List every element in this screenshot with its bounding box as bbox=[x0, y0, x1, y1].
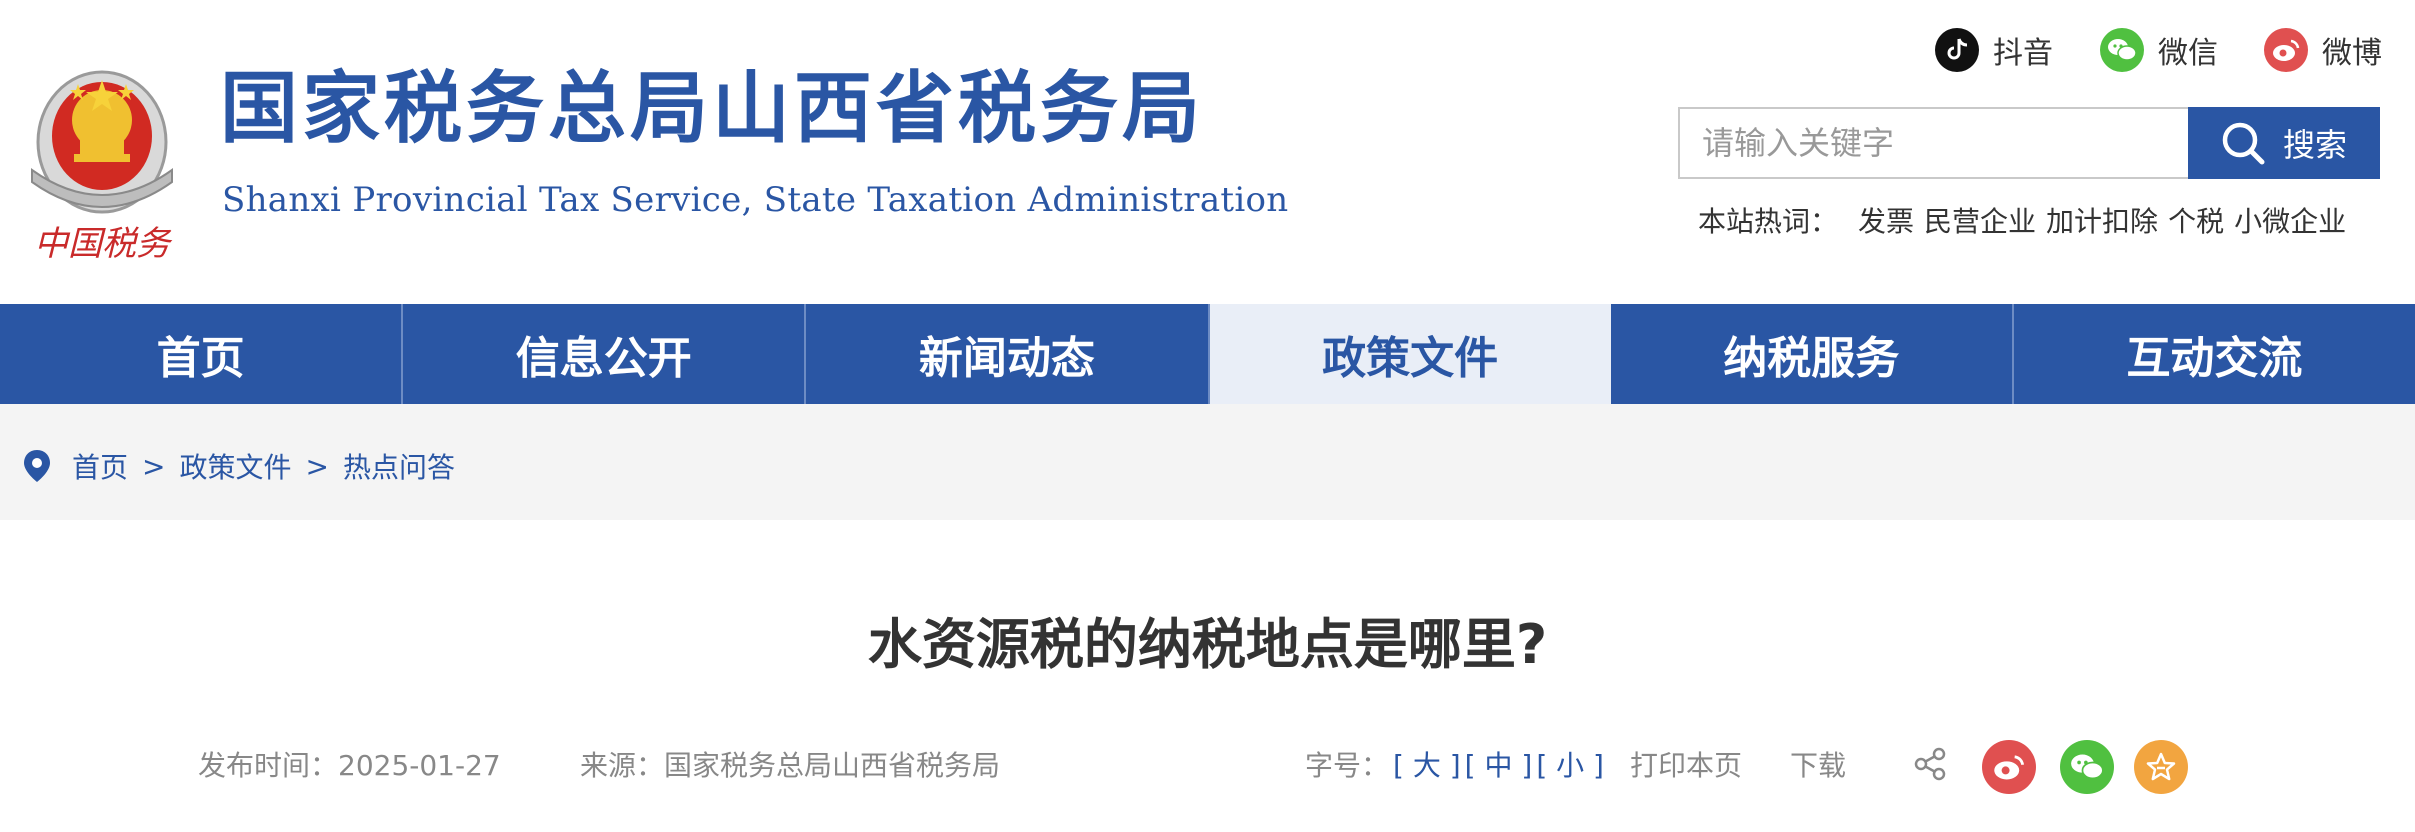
nav-item-news[interactable]: 新闻动态 bbox=[806, 304, 1210, 404]
font-size-medium-button[interactable]: [ 中 ] bbox=[1465, 744, 1533, 784]
social-label-weibo: 微博 bbox=[2322, 36, 2382, 71]
search-button[interactable]: 搜索 bbox=[2188, 107, 2380, 179]
breadcrumb-separator: > bbox=[305, 449, 329, 483]
location-pin-icon bbox=[24, 450, 50, 482]
social-link-weibo[interactable]: 微博 bbox=[2264, 28, 2382, 72]
social-label-wechat: 微信 bbox=[2158, 36, 2218, 71]
breadcrumb: 首页 > 政策文件 > 热点问答 bbox=[22, 446, 455, 486]
wechat-icon bbox=[2071, 754, 2104, 780]
nav-item-home[interactable]: 首页 bbox=[0, 304, 404, 404]
search-icon bbox=[2222, 122, 2265, 165]
breadcrumb-bar: 首页 > 政策文件 > 热点问答 bbox=[0, 404, 2415, 520]
hot-keyword[interactable]: 个税 bbox=[2168, 200, 2224, 240]
font-size-label: 字号： bbox=[1305, 749, 1390, 782]
share-icon[interactable] bbox=[1912, 746, 1948, 782]
download-button[interactable]: 下载 bbox=[1790, 744, 1846, 784]
breadcrumb-separator: > bbox=[142, 449, 166, 483]
article-title: 水资源税的纳税地点是哪里? bbox=[867, 613, 1548, 676]
search-input[interactable] bbox=[1678, 107, 2190, 179]
douyin-icon bbox=[1935, 28, 1979, 72]
nav-item-policy[interactable]: 政策文件 bbox=[1209, 304, 1611, 404]
social-link-douyin[interactable]: 抖音 bbox=[1935, 28, 2053, 72]
weibo-icon bbox=[1994, 755, 2025, 780]
site-title[interactable]: 国家税务总局山西省税务局 bbox=[220, 70, 1204, 148]
breadcrumb-item-home[interactable]: 首页 bbox=[72, 446, 128, 486]
font-size-large-button[interactable]: [ 大 ] bbox=[1393, 744, 1461, 784]
hot-keyword[interactable]: 小微企业 bbox=[2234, 200, 2346, 240]
font-size-small-button[interactable]: [ 小 ] bbox=[1536, 744, 1604, 784]
national-emblem-logo[interactable]: 中国税务 bbox=[22, 50, 182, 265]
site-subtitle: Shanxi Provincial Tax Service, State Tax… bbox=[222, 180, 1289, 220]
article-source: 来源：国家税务总局山西省税务局 bbox=[580, 749, 1001, 782]
share-weibo-button[interactable] bbox=[1982, 740, 2036, 794]
hot-keyword[interactable]: 加计扣除 bbox=[2046, 200, 2158, 240]
hot-keywords: 本站热词： 发票 民营企业 加计扣除 个税 小微企业 bbox=[1698, 200, 2346, 240]
main-nav: 首页 信息公开 新闻动态 政策文件 纳税服务 互动交流 bbox=[0, 304, 2415, 404]
site-header: 中国税务 国家税务总局山西省税务局 Shanxi Provincial Tax … bbox=[0, 0, 2415, 304]
nav-item-info-disclosure[interactable]: 信息公开 bbox=[403, 304, 807, 404]
star-icon bbox=[2146, 752, 2176, 781]
publish-date: 发布时间：2025-01-27 bbox=[198, 749, 501, 782]
font-size-controls: 字号： [ 大 ] [ 中 ] [ 小 ] bbox=[1305, 744, 1604, 784]
share-favorite-button[interactable] bbox=[2134, 740, 2188, 794]
nav-item-tax-service[interactable]: 纳税服务 bbox=[1611, 304, 2014, 404]
print-page-button[interactable]: 打印本页 bbox=[1630, 744, 1742, 784]
search-button-label: 搜索 bbox=[2282, 126, 2347, 164]
share-wechat-button[interactable] bbox=[2060, 740, 2114, 794]
emblem-text: 中国税务 bbox=[34, 224, 173, 264]
breadcrumb-item-policy[interactable]: 政策文件 bbox=[179, 446, 291, 486]
hot-keyword[interactable]: 民营企业 bbox=[1924, 200, 2036, 240]
social-link-wechat[interactable]: 微信 bbox=[2100, 28, 2218, 72]
weibo-icon bbox=[2264, 28, 2308, 72]
hot-keyword[interactable]: 发票 bbox=[1858, 200, 1914, 240]
breadcrumb-item-hot-qa[interactable]: 热点问答 bbox=[343, 446, 455, 486]
wechat-icon bbox=[2100, 28, 2144, 72]
hot-keywords-label: 本站热词： bbox=[1698, 205, 1839, 238]
social-label-douyin: 抖音 bbox=[1993, 36, 2053, 71]
nav-item-interaction[interactable]: 互动交流 bbox=[2014, 304, 2415, 404]
